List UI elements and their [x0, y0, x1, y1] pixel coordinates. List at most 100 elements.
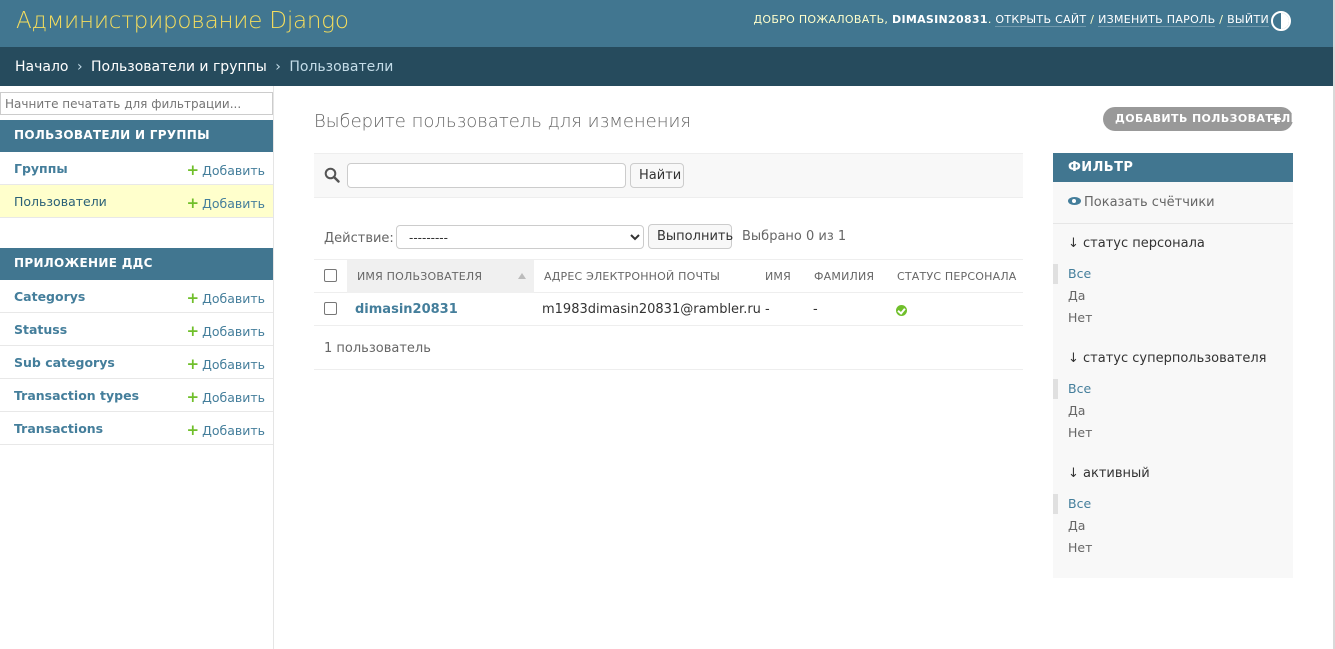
site-branding[interactable]: Администрирование Django: [16, 8, 349, 34]
plus-icon: +: [1269, 109, 1283, 128]
contrast-icon[interactable]: [1271, 11, 1291, 31]
plus-icon: +: [186, 161, 200, 179]
sidebar-filter-input[interactable]: [0, 92, 273, 115]
plus-icon: +: [186, 421, 200, 439]
add-label: Добавить: [202, 423, 265, 438]
column-header-staff-status[interactable]: Статус персонала: [887, 260, 1023, 293]
add-label: Добавить: [202, 163, 265, 178]
row-select-checkbox[interactable]: [324, 302, 337, 315]
add-transaction-link[interactable]: + Добавить: [187, 421, 266, 439]
selected-marker: [1053, 494, 1058, 514]
add-category-link[interactable]: + Добавить: [187, 289, 266, 307]
search-icon: [324, 167, 340, 183]
search-input[interactable]: [347, 163, 626, 188]
user-tools: Добро пожаловать, DIMASIN20831. Открыть …: [753, 13, 1269, 27]
separator: /: [1090, 13, 1095, 26]
add-user-button[interactable]: Добавить пользователь +: [1103, 107, 1299, 131]
filter-active-no[interactable]: Нет: [1068, 540, 1092, 555]
sidebar-item-groups: Группы + Добавить: [0, 152, 273, 185]
check-circle-icon: [896, 305, 907, 316]
filter-superuser-no[interactable]: Нет: [1068, 425, 1092, 440]
column-header-last-name[interactable]: Фамилия: [804, 260, 887, 293]
sidebar-item-users: Пользователи + Добавить: [0, 185, 273, 218]
logout-link[interactable]: Выйти: [1227, 13, 1269, 27]
eye-icon: [1068, 197, 1081, 205]
add-sub-category-link[interactable]: + Добавить: [187, 355, 266, 373]
add-label: Добавить: [202, 291, 265, 306]
sidebar-item-transactions: Transactions + Добавить: [0, 412, 273, 445]
filter-staff-all[interactable]: Все: [1068, 266, 1091, 281]
breadcrumb-separator: ›: [275, 59, 281, 75]
current-username: DIMASIN20831: [892, 13, 988, 26]
filter-heading-active[interactable]: ↓ активный: [1068, 466, 1150, 481]
actions-bar: Действие: --------- Выполнить Выбрано 0 …: [314, 223, 1023, 253]
action-go-button[interactable]: Выполнить: [648, 224, 733, 249]
nav-sidebar: Пользователи и группы Группы +Добавить П…: [0, 86, 274, 649]
page-title: Выберите пользователь для изменения: [314, 111, 692, 132]
plus-icon: +: [186, 388, 200, 406]
module-caption-auth[interactable]: Пользователи и группы: [0, 120, 273, 152]
breadcrumb-app[interactable]: Пользователи и группы: [91, 59, 267, 75]
username-link[interactable]: dimasin20831: [355, 302, 458, 317]
add-label: Добавить: [202, 324, 265, 339]
sidebar-item-categorys: Categorys + Добавить: [0, 280, 273, 313]
column-header-label: Имя пользователя: [357, 270, 483, 283]
column-header-email[interactable]: Адрес электронной почты: [534, 260, 755, 293]
plus-icon: +: [186, 194, 200, 212]
filter-staff-no[interactable]: Нет: [1068, 310, 1092, 325]
plus-icon: +: [186, 289, 200, 307]
email-cell: m1983dimasin20831@rambler.ru: [542, 302, 761, 317]
breadcrumb-current: Пользователи: [289, 59, 394, 75]
divider: [1053, 223, 1293, 224]
search-toolbar: Найти: [314, 153, 1023, 198]
column-header-first-name[interactable]: Имя: [755, 260, 804, 293]
sidebar-item-transaction-types-link[interactable]: Transaction types: [14, 388, 139, 403]
sidebar-item-categorys-link[interactable]: Categorys: [14, 289, 85, 304]
add-user-link[interactable]: + Добавить: [187, 194, 266, 212]
breadcrumb-separator: ›: [76, 59, 83, 75]
filter-heading-superuser[interactable]: ↓ статус суперпользователя: [1068, 351, 1266, 366]
add-status-link[interactable]: + Добавить: [187, 322, 266, 340]
add-label: Добавить: [202, 390, 265, 405]
select-all-checkbox[interactable]: [324, 269, 337, 282]
add-group-link[interactable]: + Добавить: [187, 161, 266, 179]
sort-ascending-icon[interactable]: [518, 273, 526, 279]
sidebar-item-sub-categorys-link[interactable]: Sub categorys: [14, 355, 115, 370]
last-name-cell: -: [813, 302, 818, 317]
sidebar-item-users-link[interactable]: Пользователи: [14, 194, 107, 209]
filter-active-yes[interactable]: Да: [1068, 518, 1085, 533]
plus-icon: +: [186, 322, 200, 340]
paginator: 1 пользователь: [314, 326, 1023, 370]
action-select[interactable]: ---------: [396, 225, 644, 249]
view-site-link[interactable]: Открыть сайт: [995, 13, 1087, 27]
breadcrumb-home[interactable]: Начало: [15, 59, 68, 75]
selection-counter: Выбрано 0 из 1: [742, 229, 847, 244]
add-transaction-type-link[interactable]: + Добавить: [187, 388, 266, 406]
filter-heading-staff[interactable]: ↓ статус персонала: [1068, 236, 1205, 251]
filter-panel: Фильтр Показать счётчики ↓ статус персон…: [1053, 153, 1293, 578]
search-button[interactable]: Найти: [630, 163, 684, 188]
column-header-username[interactable]: Имя пользователя: [347, 260, 534, 293]
plus-icon: +: [186, 355, 200, 373]
sidebar-item-groups-link[interactable]: Группы: [14, 161, 68, 176]
sidebar-item-transactions-link[interactable]: Transactions: [14, 421, 103, 436]
show-counts-link[interactable]: Показать счётчики: [1068, 195, 1215, 210]
show-counts-label: Показать счётчики: [1084, 195, 1215, 210]
first-name-cell: -: [765, 302, 770, 317]
module-caption-dds[interactable]: Приложение ДДС: [0, 248, 273, 280]
selected-marker: [1053, 379, 1058, 399]
sidebar-item-sub-categorys: Sub categorys + Добавить: [0, 346, 273, 379]
action-label: Действие:: [324, 231, 394, 246]
header: Администрирование Django Добро пожаловат…: [0, 0, 1333, 47]
change-password-link[interactable]: Изменить пароль: [1098, 13, 1216, 27]
filter-title: Фильтр: [1053, 153, 1293, 182]
filter-superuser-all[interactable]: Все: [1068, 381, 1091, 396]
add-label: Добавить: [202, 357, 265, 372]
filter-active-all[interactable]: Все: [1068, 496, 1091, 511]
add-label: Добавить: [202, 196, 265, 211]
filter-superuser-yes[interactable]: Да: [1068, 403, 1085, 418]
selected-marker: [1053, 264, 1058, 284]
breadcrumb: Начало › Пользователи и группы › Пользов…: [0, 47, 1333, 86]
sidebar-item-statuss-link[interactable]: Statuss: [14, 322, 67, 337]
filter-staff-yes[interactable]: Да: [1068, 288, 1085, 303]
